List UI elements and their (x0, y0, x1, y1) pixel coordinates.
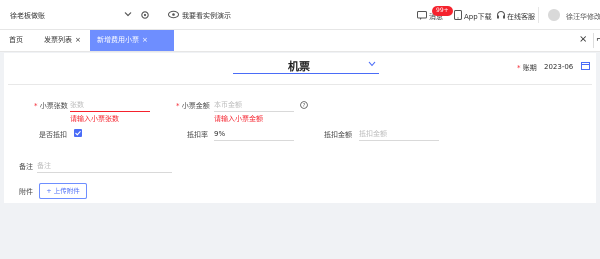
count-error: 请输入小票张数 (70, 115, 119, 123)
avatar[interactable] (548, 9, 560, 21)
svg-text:?: ? (303, 103, 306, 109)
rate-input[interactable]: 9% (214, 129, 294, 141)
tab-divider (593, 33, 594, 48)
close-icon[interactable]: × (142, 36, 148, 44)
close-all-tabs-icon[interactable]: × (579, 34, 587, 45)
upload-attachment-button[interactable]: + 上传附件 (39, 183, 87, 199)
help-icon[interactable]: ? (300, 101, 308, 109)
pin-icon[interactable]: ⌐ (596, 35, 600, 45)
deduct-amount-input[interactable]: 抵扣金额 (359, 129, 439, 141)
amount-label: * 小票金额 (176, 102, 210, 110)
close-icon[interactable]: × (75, 36, 81, 44)
calendar-icon[interactable] (581, 61, 590, 70)
headset-icon[interactable] (496, 10, 506, 20)
amount-error: 请输入小票金额 (214, 115, 263, 123)
note-input[interactable]: 备注 (37, 161, 172, 173)
message-icon[interactable] (417, 11, 427, 20)
chevron-down-icon[interactable] (123, 9, 133, 19)
org-selector[interactable]: 徐老板做账 (10, 11, 45, 21)
chevron-down-icon[interactable] (368, 61, 376, 67)
demo-link[interactable]: 我要看实例演示 (182, 11, 231, 21)
phone-icon[interactable] (454, 10, 462, 20)
receipt-type-select[interactable]: 机票 (288, 58, 310, 74)
top-header: 徐老板做账 我要看实例演示 消息 99+ App下载 在线客服 徐汪华修改 (0, 0, 600, 30)
user-name[interactable]: 徐汪华修改 (566, 12, 600, 22)
tab-bar: 首页 发票列表 × 新增费用小票 × × ⌐ (0, 30, 600, 52)
form-card: 机票 * 账期 2023-06 * 小票张数 张数 请输入小票张数 * 小票金额… (4, 53, 596, 203)
note-label: 备注 (19, 163, 33, 171)
tab-new-receipt[interactable]: 新增费用小票 × (90, 30, 174, 51)
deduct-label: 是否抵扣 (39, 131, 67, 139)
gear-icon[interactable] (140, 10, 150, 20)
count-label: * 小票张数 (34, 102, 68, 110)
deduct-amount-label: 抵扣金额 (324, 131, 352, 139)
check-icon (75, 130, 81, 136)
eye-icon[interactable] (168, 10, 179, 19)
header-separator (8, 84, 592, 85)
tab-invoice-list[interactable]: 发票列表 × (44, 30, 81, 51)
header-divider (538, 7, 539, 23)
tab-home[interactable]: 首页 (9, 30, 23, 51)
message-count-badge: 99+ (432, 6, 453, 16)
period-input[interactable]: 2023-06 (544, 63, 573, 71)
title-underline (233, 73, 379, 74)
count-input[interactable]: 张数 (70, 100, 150, 112)
period-label: * 账期 (517, 64, 537, 72)
attach-label: 附件 (19, 188, 33, 196)
deduct-checkbox[interactable] (74, 129, 82, 137)
online-service-link[interactable]: 在线客服 (507, 12, 535, 22)
amount-input[interactable]: 本币金额 (214, 100, 294, 112)
app-download-link[interactable]: App下载 (464, 12, 492, 22)
rate-label: 抵扣率 (187, 131, 208, 139)
